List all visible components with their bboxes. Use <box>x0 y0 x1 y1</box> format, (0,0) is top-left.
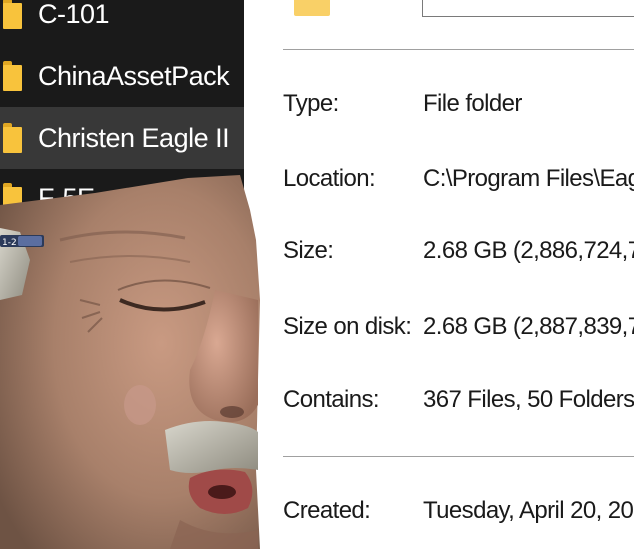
created-value: Tuesday, April 20, 2021, 5 <box>423 497 634 524</box>
properties-panel: Type: File folder Location: C:\Program F… <box>244 0 634 549</box>
nav-item-c-101[interactable]: C-101 <box>0 0 244 45</box>
created-label: Created: <box>283 497 371 524</box>
location-value: C:\Program Files\Eagle D <box>423 165 634 192</box>
navigation-pane: C-101 ChinaAssetPack Christen Eagle II F… <box>0 0 244 549</box>
type-label: Type: <box>283 90 339 117</box>
size-on-disk-label: Size on disk: <box>283 313 412 340</box>
folder-icon <box>3 123 22 153</box>
divider <box>283 456 634 457</box>
nav-item-f-5e[interactable]: F-5E <box>0 167 244 229</box>
nav-item-label: ChinaAssetPack <box>38 60 230 91</box>
contains-label: Contains: <box>283 386 380 413</box>
folder-icon <box>3 183 22 213</box>
folder-icon <box>3 0 22 29</box>
folder-icon <box>3 61 22 91</box>
size-value: 2.68 GB (2,886,724,773 by <box>423 237 634 264</box>
screen: C-101 ChinaAssetPack Christen Eagle II F… <box>0 0 634 549</box>
divider <box>283 49 634 50</box>
nav-item-chinaassetpack[interactable]: ChinaAssetPack <box>0 45 244 107</box>
nav-item-christen-eagle-ii[interactable]: Christen Eagle II <box>0 107 244 169</box>
size-label: Size: <box>283 237 334 264</box>
type-value: File folder <box>423 90 522 117</box>
folder-name-field[interactable] <box>422 0 634 17</box>
nav-item-label: F-5E <box>38 182 95 213</box>
nav-item-label: Christen Eagle II <box>38 122 230 153</box>
contains-value: 367 Files, 50 Folders <box>423 386 634 413</box>
nav-item-label: C-101 <box>38 0 110 29</box>
size-on-disk-value: 2.68 GB (2,887,839,744 by <box>423 313 634 340</box>
location-label: Location: <box>283 165 376 192</box>
folder-icon <box>294 0 330 16</box>
